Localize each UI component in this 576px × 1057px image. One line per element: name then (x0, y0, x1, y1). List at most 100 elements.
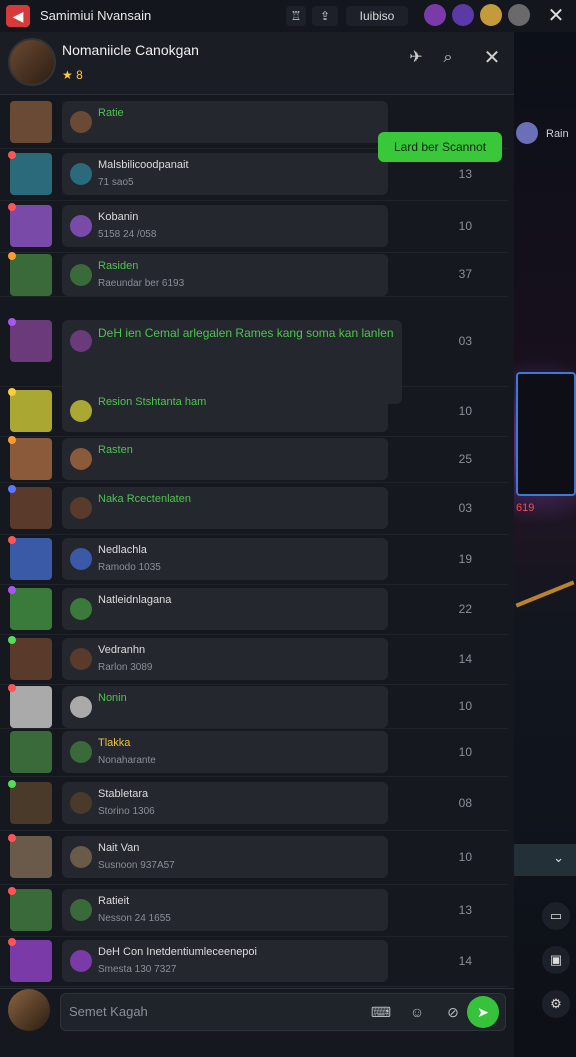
emoji-icon[interactable]: ☺ (405, 1000, 429, 1024)
message-bubble[interactable]: Rasten (62, 438, 388, 480)
message-bubble[interactable]: Kobanin 5158 24 /058 (62, 205, 388, 247)
message-title: DeH ien Cemal arlegalen Rames kang soma … (98, 326, 394, 340)
list-item[interactable]: Rasten 25 (0, 436, 508, 483)
message-bubble[interactable]: Malsbilicoodpanait 71 sao5 (62, 153, 388, 195)
list-item[interactable]: Rasiden Raeundar ber 6193 37 (0, 252, 508, 297)
list-item[interactable]: DeH Con Inetdentiumleceenepoi Smesta 130 … (0, 936, 508, 987)
avatar[interactable] (10, 731, 52, 773)
avatar[interactable] (10, 940, 52, 982)
status-dot (8, 780, 16, 788)
avatar[interactable] (10, 538, 52, 580)
avatar[interactable] (8, 38, 56, 86)
avatar[interactable] (516, 122, 538, 144)
avatar[interactable] (10, 638, 52, 680)
join-button[interactable]: Lard ber Scannot (378, 132, 502, 162)
avatar[interactable] (10, 487, 52, 529)
list-item[interactable]: Tlakka Nonaharante 10 (0, 728, 508, 777)
message-title: Nedlachla (98, 544, 147, 556)
message-bubble[interactable]: Tlakka Nonaharante (62, 731, 388, 773)
side-dropdown[interactable]: ⌄ (514, 844, 576, 876)
message-title: Natleidnlagana (98, 594, 172, 606)
message-count: 19 (458, 552, 472, 566)
message-bubble[interactable]: Ratie (62, 101, 388, 143)
avatar[interactable] (10, 686, 52, 728)
close-icon[interactable]: ✕ (480, 46, 504, 70)
screen-icon[interactable]: ▭ (542, 902, 570, 930)
list-item[interactable]: Vedranhn Rarlon 3089 14 (0, 634, 508, 685)
message-title: Rasten (98, 444, 133, 456)
avatar[interactable] (10, 153, 52, 195)
avatar[interactable] (10, 782, 52, 824)
sender-icon (70, 215, 92, 237)
list-item[interactable]: DeH ien Cemal arlegalen Rames kang soma … (0, 296, 508, 404)
avatar[interactable] (10, 205, 52, 247)
message-count: 10 (458, 699, 472, 713)
message-title: Malsbilicoodpanait (98, 159, 189, 171)
message-meta: Nesson 24 1655 (98, 913, 171, 924)
message-bubble[interactable]: Resion Stshtanta ham (62, 390, 388, 432)
message-bubble[interactable]: Natleidnlagana (62, 588, 388, 630)
message-bubble[interactable]: Nonin (62, 686, 388, 728)
avatar[interactable] (10, 438, 52, 480)
avatar[interactable] (10, 390, 52, 432)
sender-icon (70, 648, 92, 670)
message-meta: 5158 24 /058 (98, 229, 157, 240)
sender-icon (70, 598, 92, 620)
avatar[interactable] (10, 889, 52, 931)
message-count: 10 (458, 850, 472, 864)
message-title: Ratie (98, 107, 124, 119)
avatar[interactable] (508, 4, 530, 26)
list-item[interactable]: Naka Rcectenlaten 03 (0, 482, 508, 535)
keyboard-icon[interactable]: ⌨ (369, 1000, 393, 1024)
message-count: 13 (458, 167, 472, 181)
avatar[interactable] (452, 4, 474, 26)
search-icon[interactable]: ⌕ (436, 46, 460, 70)
message-count: 08 (458, 796, 472, 810)
status-dot (8, 203, 16, 211)
attach-icon[interactable]: ⊘ (441, 1000, 465, 1024)
message-bubble[interactable]: Ratieit Nesson 24 1655 (62, 889, 388, 931)
pc-case-image (516, 372, 576, 496)
list-item[interactable]: Stabletara Storino 1306 08 (0, 776, 508, 831)
sender-icon (70, 899, 92, 921)
avatar[interactable] (10, 320, 52, 362)
message-bubble[interactable]: Naka Rcectenlaten (62, 487, 388, 529)
sender-icon (70, 741, 92, 763)
list-item[interactable]: Resion Stshtanta ham 10 (0, 386, 508, 437)
sender-icon (70, 846, 92, 868)
avatar[interactable] (480, 4, 502, 26)
message-input[interactable]: Semet Kagah ⌨ ☺ ⊘ ➤ (60, 993, 506, 1031)
message-count: 10 (458, 219, 472, 233)
list-item[interactable]: Nedlachla Ramodo 1035 19 (0, 534, 508, 585)
message-bubble[interactable]: Nedlachla Ramodo 1035 (62, 538, 388, 580)
message-bubble[interactable]: Rasiden Raeundar ber 6193 (62, 254, 388, 296)
send-button[interactable]: ➤ (467, 996, 499, 1028)
avatar[interactable] (10, 254, 52, 296)
message-bubble[interactable]: DeH Con Inetdentiumleceenepoi Smesta 130 … (62, 940, 388, 982)
chat-subtitle: ★ 8 (62, 68, 83, 82)
record-icon[interactable]: ▣ (542, 946, 570, 974)
avatar[interactable] (424, 4, 446, 26)
message-list: Ratie Malsbilicoodpanait 71 sao5 13 Kobanin 5… (0, 96, 514, 988)
settings-icon[interactable]: ⚙ (542, 990, 570, 1018)
list-item[interactable]: Natleidnlagana 22 (0, 584, 508, 635)
list-item[interactable]: Nait Van Susnoon 937A57 10 (0, 830, 508, 885)
close-icon[interactable]: ✕ (544, 4, 568, 28)
message-title: Resion Stshtanta ham (98, 396, 207, 408)
avatar[interactable] (8, 989, 50, 1031)
message-bubble[interactable]: Nait Van Susnoon 937A57 (62, 836, 388, 878)
share-icon[interactable]: ⇪ (312, 6, 338, 26)
tab-main[interactable]: Iuibiso (346, 6, 408, 26)
avatar[interactable] (10, 101, 52, 143)
list-item[interactable]: Kobanin 5158 24 /058 10 (0, 200, 508, 253)
list-item[interactable]: Ratieit Nesson 24 1655 13 (0, 884, 508, 937)
message-bubble[interactable]: Stabletara Storino 1306 (62, 782, 388, 824)
avatar[interactable] (10, 836, 52, 878)
sender-icon (70, 400, 92, 422)
avatar[interactable] (10, 588, 52, 630)
mute-icon[interactable]: ✈ (404, 46, 428, 70)
list-item[interactable]: Nonin 10 (0, 684, 508, 729)
pin-icon[interactable]: ♖ (286, 6, 306, 26)
message-bubble[interactable]: Vedranhn Rarlon 3089 (62, 638, 388, 680)
chat-panel: Nomaniicle Canokgan ★ 8 ✈ ⌕ ✕ Ratie Malsb… (0, 32, 514, 1057)
